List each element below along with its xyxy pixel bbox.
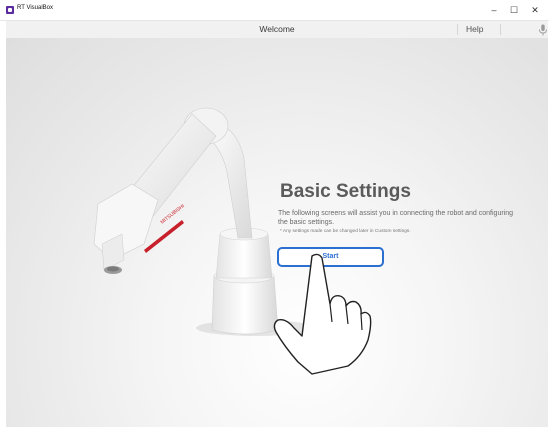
basic-settings-note: * Any settings made can be changed later… xyxy=(280,229,411,234)
divider xyxy=(500,24,501,35)
close-button[interactable]: ✕ xyxy=(527,3,543,17)
minimize-button[interactable]: – xyxy=(486,3,502,17)
start-button[interactable]: Start xyxy=(277,247,384,267)
window-titlebar: RT VisualBox – ☐ ✕ xyxy=(0,0,549,21)
microphone-icon[interactable] xyxy=(538,24,548,36)
app-logo-icon xyxy=(6,6,14,14)
basic-settings-description: The following screens will assist you in… xyxy=(278,210,514,226)
app-header: Welcome Help xyxy=(6,21,548,39)
divider xyxy=(457,24,458,35)
basic-settings-heading: Basic Settings xyxy=(280,181,411,202)
maximize-button[interactable]: ☐ xyxy=(506,3,522,17)
window-title: RT VisualBox xyxy=(17,5,54,11)
help-link[interactable]: Help xyxy=(466,21,483,38)
robot-arm-illustration: MITSUBISHI xyxy=(93,107,316,336)
welcome-stage: MITSUBISHI Basic Settings The following … xyxy=(6,38,548,427)
